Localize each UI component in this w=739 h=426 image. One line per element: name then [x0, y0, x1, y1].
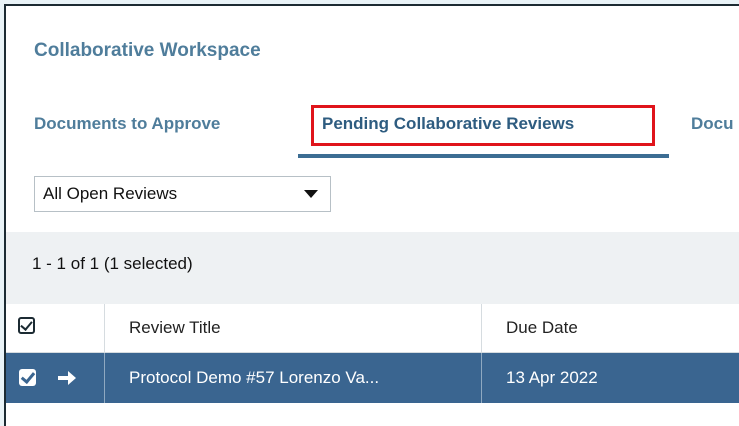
- review-filter-selected: All Open Reviews: [43, 184, 178, 203]
- arrow-right-icon[interactable]: [54, 365, 80, 391]
- page-title: Collaborative Workspace: [34, 40, 261, 61]
- review-title-value: Protocol Demo #57 Lorenzo Va...: [129, 368, 380, 387]
- select-all-checkbox[interactable]: [18, 317, 35, 334]
- results-summary-bar: 1 - 1 of 1 (1 selected): [6, 232, 739, 304]
- table-header-row: Review Title Due Date: [6, 304, 739, 353]
- due-date-cell: 13 Apr 2022: [481, 353, 739, 403]
- active-tab-underline: [298, 154, 669, 158]
- row-checkbox[interactable]: [19, 369, 36, 386]
- due-date-column-header[interactable]: Due Date: [481, 304, 739, 352]
- tab-pending-collaborative-reviews[interactable]: Pending Collaborative Reviews: [322, 114, 574, 134]
- caret-down-icon: [304, 190, 318, 198]
- tab-documents-to-approve[interactable]: Documents to Approve: [34, 114, 220, 134]
- review-title-column-header[interactable]: Review Title: [104, 304, 481, 352]
- review-filter-dropdown[interactable]: All Open Reviews: [34, 176, 331, 212]
- collaborative-workspace-panel: Collaborative Workspace Documents to App…: [4, 4, 739, 426]
- table-row[interactable]: Protocol Demo #57 Lorenzo Va... 13 Apr 2…: [6, 353, 739, 403]
- due-date-header-label: Due Date: [506, 318, 578, 337]
- results-count: 1 - 1 of 1 (1 selected): [32, 254, 193, 273]
- review-title-header-label: Review Title: [129, 318, 221, 337]
- row-select-cell: [6, 353, 104, 403]
- review-title-cell[interactable]: Protocol Demo #57 Lorenzo Va...: [104, 353, 481, 403]
- select-column-header: [6, 304, 104, 352]
- due-date-value: 13 Apr 2022: [506, 368, 598, 387]
- tab-documents[interactable]: Docu: [691, 114, 734, 134]
